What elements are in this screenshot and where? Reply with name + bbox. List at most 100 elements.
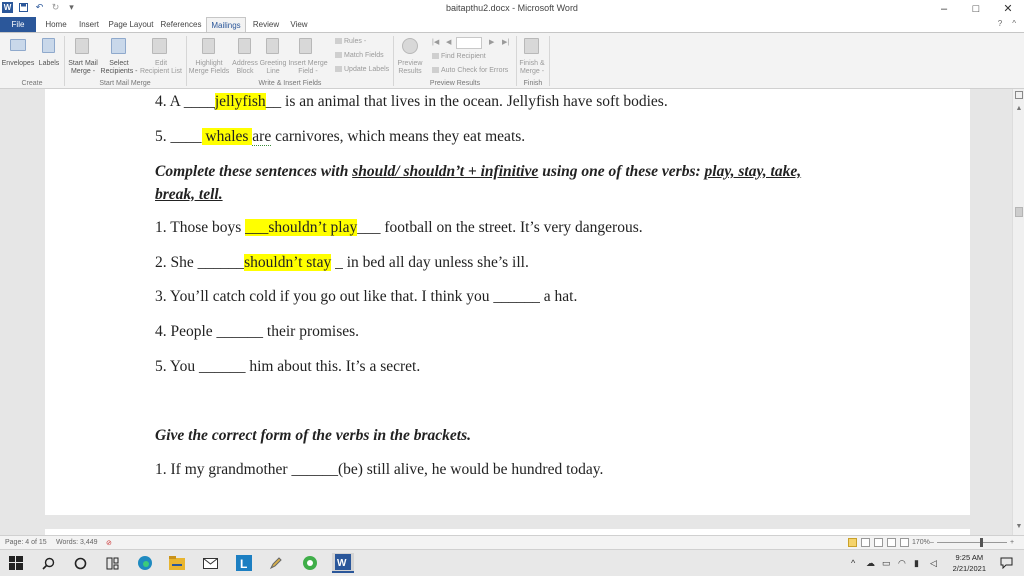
windows-start-icon[interactable] [6,553,26,573]
select-recipients-icon [111,38,126,54]
scroll-thumb[interactable] [1015,207,1023,217]
notifications-icon[interactable] [996,553,1016,573]
coccoc-browser-icon[interactable] [300,553,320,573]
help-icon[interactable]: ? [998,19,1002,28]
next-record-button[interactable]: ▶ [489,38,494,46]
search-icon[interactable] [38,553,58,573]
edit-recipient-list-button[interactable]: Edit Recipient List [138,60,184,76]
draft-icon[interactable] [900,538,909,547]
auto-check-errors-button[interactable]: Auto Check for Errors [432,67,508,74]
highlight-merge-fields-button[interactable]: Highlight Merge Fields [188,60,230,76]
doc-line-8: 4. People ______ their promises. [155,323,360,340]
find-recipient-button[interactable]: Find Recipient [432,53,486,60]
doc-line-11: 1. If my grandmother ______(be) still al… [155,461,604,478]
collapse-ribbon-icon[interactable]: ^ [1012,19,1016,28]
doc-line-2: 5. ____ whales are carnivores, which mea… [155,128,526,146]
tab-page-layout[interactable]: Page Layout [106,17,156,32]
tab-references[interactable]: References [158,17,204,32]
greeting-line-button[interactable]: Greeting Line [259,60,287,76]
battery-icon[interactable]: ▮ [914,558,919,569]
zoom-out-button[interactable]: – [930,539,934,546]
maximize-button[interactable]: □ [960,0,992,17]
previous-record-button[interactable]: ◀ [446,38,451,46]
show-hidden-icons[interactable]: ^ [851,558,855,568]
title-bar: W ↶ ↻ ▾ baitapthu2.docx - Microsoft Word… [0,0,1024,17]
document-page[interactable]: 4. A ____jellyfish__ is an animal that l… [45,89,970,515]
zoom-slider-thumb[interactable] [980,538,983,547]
select-recipients-button[interactable]: Select Recipients - [100,60,138,76]
finish-merge-button[interactable]: Finish & Merge - [518,60,546,76]
zoom-in-button[interactable]: + [1010,539,1014,546]
edge-browser-icon[interactable] [135,553,155,573]
page-count[interactable]: Page: 4 of 15 [5,539,47,546]
insert-merge-field-icon [299,38,312,54]
mail-icon[interactable] [200,553,220,573]
doc-line-5: 1. Those boys ___shouldn’t play___ footb… [155,219,643,236]
status-bar: Page: 4 of 15 Words: 3,449 ⊘ 170% – + [0,535,1024,549]
system-clock[interactable]: 9:25 AM 2/21/2021 [953,552,986,574]
outline-icon[interactable] [887,538,896,547]
doc-line-9: 5. You ______ him about this. It’s a sec… [155,358,421,375]
document-area: 4. A ____jellyfish__ is an animal that l… [0,89,1012,535]
proofing-icon[interactable]: ⊘ [106,539,112,547]
update-labels-button[interactable]: Update Labels [335,66,389,73]
group-preview-results-label: Preview Results [429,80,481,87]
ribbon-mailings: Envelopes Labels Create Start Mail Merge … [0,32,1024,89]
rules-button[interactable]: Rules - [335,38,366,45]
lingoes-app-icon[interactable]: L [234,553,254,573]
last-record-button[interactable]: ▶| [502,38,509,46]
word-count[interactable]: Words: 3,449 [56,539,98,546]
onedrive-icon[interactable]: ☁ [866,558,875,569]
start-mail-merge-button[interactable]: Start Mail Merge - [66,60,100,76]
finish-merge-icon [524,38,539,54]
edit-recipient-list-icon [152,38,167,54]
print-layout-icon[interactable] [848,538,857,547]
minimize-button[interactable]: – [928,0,960,17]
group-finish-label: Finish [523,80,543,87]
group-write-insert-label: Write & Insert Fields [258,80,322,87]
first-record-button[interactable]: |◀ [432,38,439,46]
labels-icon [42,38,55,53]
svg-text:W: W [337,558,347,569]
address-block-icon [238,38,251,54]
preview-results-button[interactable]: Preview Results [394,60,426,76]
ruler-toggle-icon[interactable] [1013,91,1024,103]
zoom-level[interactable]: 170% [912,539,930,546]
network-icon[interactable]: ▭ [882,558,891,569]
labels-button[interactable]: Labels [36,60,62,68]
cortana-icon[interactable] [70,553,90,573]
start-mail-merge-icon [75,38,89,54]
highlight-merge-fields-icon [202,38,215,54]
insert-merge-field-button[interactable]: Insert Merge Field - [286,60,330,76]
wifi-icon[interactable]: ◠ [898,558,906,569]
vertical-scrollbar[interactable]: ▲ ▼ [1012,89,1024,535]
word-taskbar-icon[interactable]: W [332,553,354,573]
volume-icon[interactable]: ◁ [930,558,937,569]
tab-home[interactable]: Home [40,17,72,32]
tab-insert[interactable]: Insert [74,17,104,32]
full-screen-reading-icon[interactable] [861,538,870,547]
close-button[interactable]: ✕ [992,0,1024,17]
task-view-icon[interactable] [102,553,122,573]
web-layout-icon[interactable] [874,538,883,547]
tab-mailings[interactable]: Mailings [206,17,246,32]
envelopes-button[interactable]: Envelopes [0,60,36,68]
scroll-down-icon[interactable]: ▼ [1013,521,1024,533]
greeting-line-icon [266,38,279,54]
match-fields-button[interactable]: Match Fields [335,52,384,59]
svg-text:L: L [240,557,247,571]
pen-app-icon[interactable] [266,553,286,573]
group-create-label: Create [21,80,43,87]
ribbon-tabs: File Home Insert Page Layout References … [0,17,1024,32]
tab-view[interactable]: View [285,17,313,32]
file-explorer-icon[interactable] [167,553,187,573]
address-block-button[interactable]: Address Block [230,60,260,76]
zoom-slider[interactable] [937,542,1007,543]
scroll-up-icon[interactable]: ▲ [1013,103,1024,115]
tab-review[interactable]: Review [249,17,283,32]
doc-instruction-2: Give the correct form of the verbs in th… [155,427,471,444]
group-start-mail-merge-label: Start Mail Merge [99,80,151,87]
record-number-input[interactable] [456,37,482,49]
doc-line-1: 4. A ____jellyfish__ is an animal that l… [155,93,668,110]
tab-file[interactable]: File [0,17,36,32]
